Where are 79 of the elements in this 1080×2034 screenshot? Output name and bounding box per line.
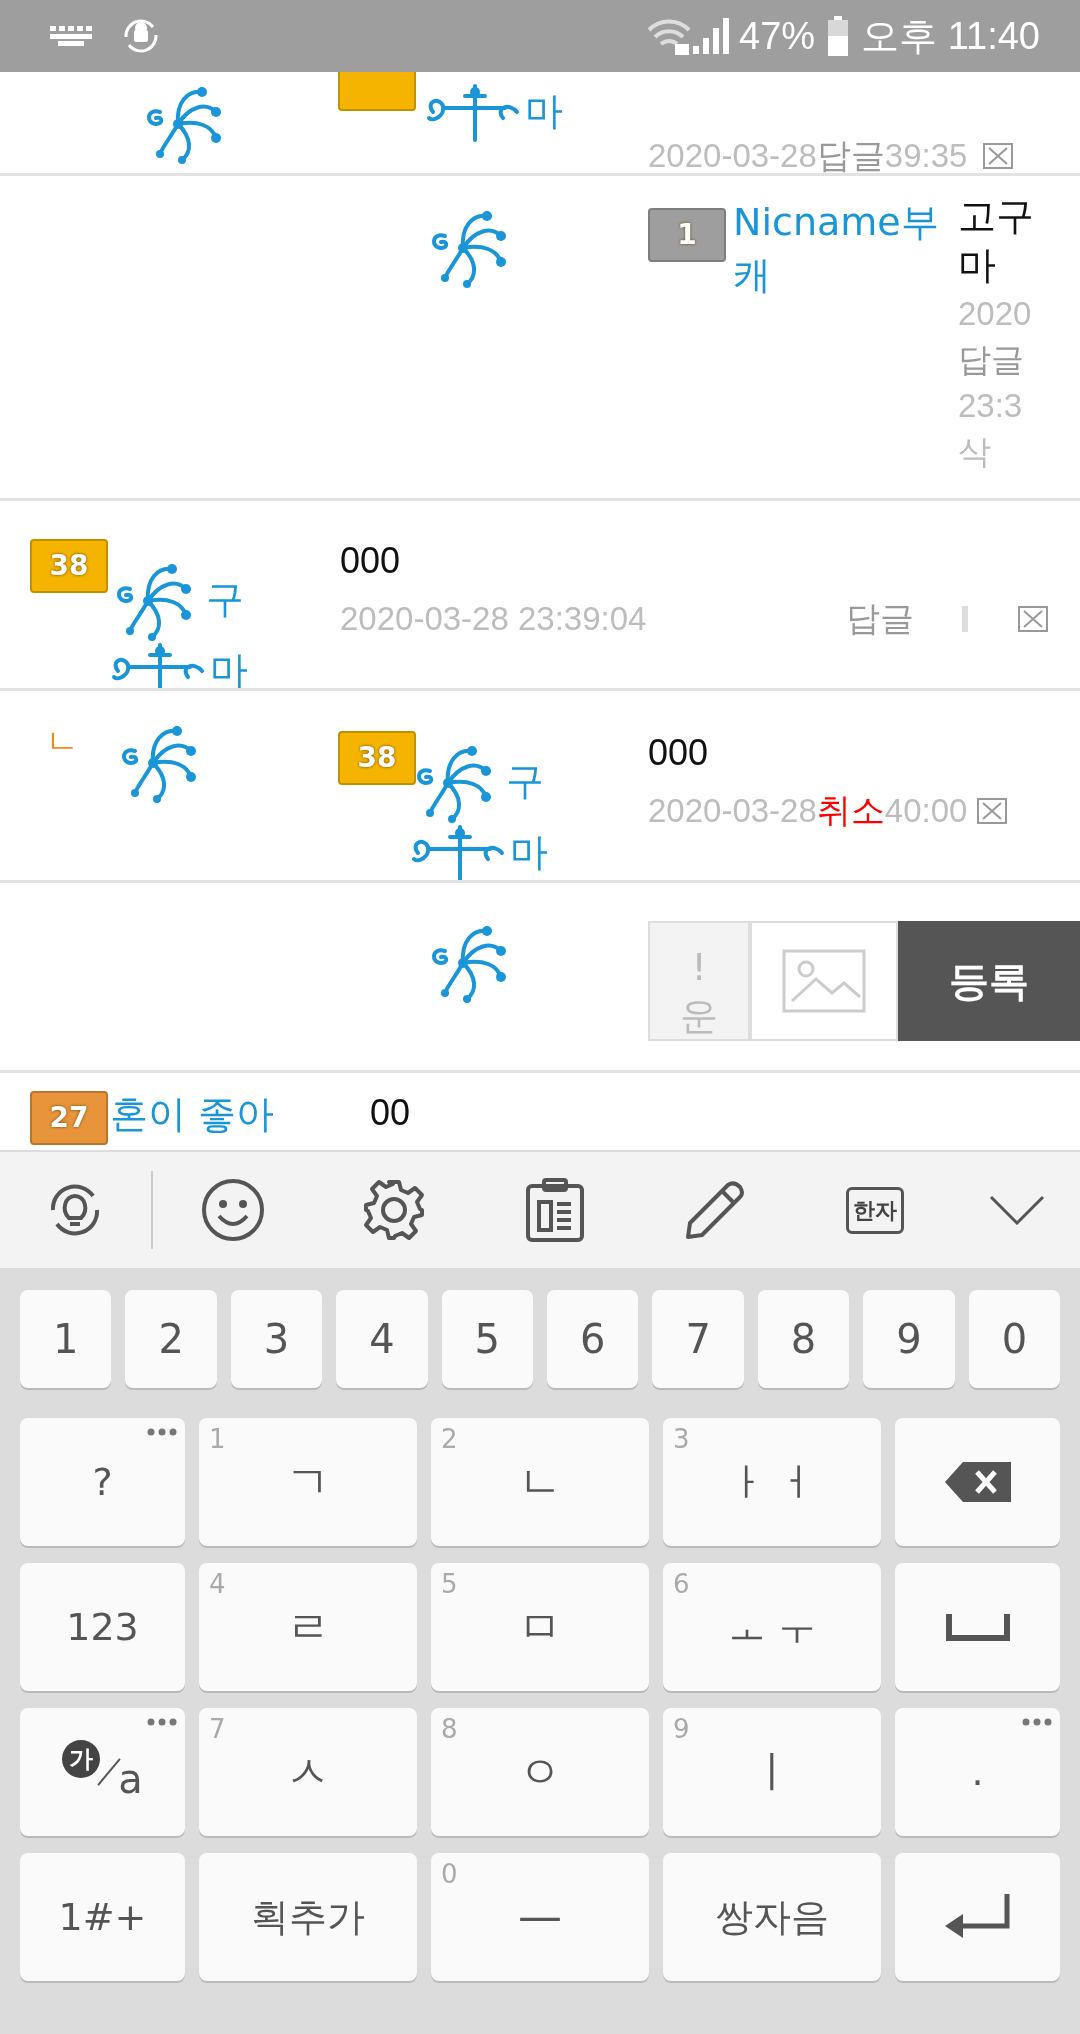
close-icon[interactable] <box>1018 605 1048 632</box>
key-hint: 4 <box>209 1568 226 1601</box>
keyboard-key[interactable]: 획추가 <box>199 1853 417 1981</box>
space-key[interactable] <box>895 1563 1060 1691</box>
timestamp: 39:35 <box>884 135 968 173</box>
keyboard-key[interactable]: 4 <box>336 1290 428 1388</box>
clipboard-icon[interactable] <box>524 1178 585 1242</box>
key-hint: 5 <box>441 1568 458 1601</box>
keyboard-icon <box>50 26 94 46</box>
keyboard-key[interactable]: 0 <box>968 1290 1061 1388</box>
keyboard-key[interactable]: 1 <box>20 1290 112 1388</box>
level-badge: 38 <box>338 731 416 785</box>
keyboard-key[interactable]: 쌍자음 <box>663 1853 881 1981</box>
keyboard-key[interactable]: 1#+ <box>20 1853 185 1981</box>
key-hint: 3 <box>673 1423 690 1456</box>
key-hint: 6 <box>673 1568 690 1601</box>
keyboard-key[interactable]: ㄱ 1 <box>199 1418 417 1546</box>
key-hint: 8 <box>441 1713 458 1746</box>
level-badge: 38 <box>30 539 108 593</box>
clock: 오후 11:40 <box>861 13 1040 59</box>
level-badge: 1 <box>648 208 726 262</box>
image-icon <box>782 949 866 1013</box>
keyboard-key[interactable]: . <box>895 1708 1060 1836</box>
signal-icon <box>693 18 732 54</box>
keyboard-key[interactable]: ㅁ 5 <box>431 1563 649 1691</box>
reply-marker: ㄴ <box>45 721 79 761</box>
keyboard-key[interactable]: 9 <box>863 1290 955 1388</box>
timestamp: 2020-03-28 <box>648 790 817 831</box>
timestamp: 23:3 <box>958 386 1024 427</box>
keyboard-key[interactable]: ㅗ ㅜ 6 <box>663 1563 881 1691</box>
keyboard-key[interactable]: 123 <box>20 1563 185 1691</box>
timestamp: 2020-03-28 23:39:04 <box>340 598 647 639</box>
smiley-icon[interactable] <box>201 1178 266 1242</box>
cancel-link[interactable]: 취소 <box>816 790 885 831</box>
hanja-button[interactable]: 한자 <box>845 1186 904 1234</box>
keyboard-key[interactable]: 5 <box>441 1290 534 1388</box>
keyboard-key[interactable]: ㄴ 2 <box>431 1418 649 1546</box>
keyboard-key[interactable]: ? <box>20 1418 185 1546</box>
timestamp: 2020 <box>958 293 1033 334</box>
battery-icon <box>827 16 850 56</box>
keyboard-key[interactable]: ㅏ ㅓ 3 <box>663 1418 881 1546</box>
key-hint: 1 <box>209 1423 226 1456</box>
timestamp: 2020-03-28 <box>648 135 817 173</box>
comment-text: 000 <box>340 539 402 583</box>
submit-button[interactable]: 등록 <box>898 921 1080 1041</box>
battery-percent: 47% <box>739 13 816 59</box>
chevron-down-icon[interactable] <box>989 1195 1046 1225</box>
input-text: ! <box>690 944 708 991</box>
close-icon[interactable] <box>977 797 1008 824</box>
close-icon[interactable] <box>983 142 1014 169</box>
backspace-icon <box>942 1460 1013 1504</box>
keyboard-key[interactable]: 6 <box>547 1290 639 1388</box>
keyboard-key[interactable]: 8 <box>757 1290 850 1388</box>
keyboard-key[interactable]: ㄹ 4 <box>199 1563 417 1691</box>
keyboard-key[interactable]: 7 <box>652 1290 744 1388</box>
comment-text: 000 <box>648 731 710 775</box>
comment-text: 00 <box>370 1091 411 1135</box>
space-icon <box>945 1612 1010 1642</box>
keyboard-key[interactable]: 가 a <box>20 1708 185 1836</box>
keyboard-key[interactable]: 2 <box>125 1290 217 1388</box>
backspace-key[interactable] <box>895 1418 1060 1546</box>
key-hint: 7 <box>209 1713 226 1746</box>
input-text: 운 <box>679 993 719 1039</box>
lang-label: 가 <box>62 1740 101 1778</box>
timestamp: 삭 <box>958 432 992 473</box>
enter-key[interactable] <box>895 1853 1060 1981</box>
keyboard-key[interactable]: ㅅ 7 <box>199 1708 417 1836</box>
keyboard-key[interactable]: ㅣ 9 <box>663 1708 881 1836</box>
settings-icon[interactable] <box>361 1178 426 1242</box>
comment-text: 고구마 <box>958 194 1035 289</box>
keyboard-key[interactable]: 3 <box>230 1290 323 1388</box>
pencil-icon[interactable] <box>684 1179 747 1241</box>
keyboard-key[interactable]: — 0 <box>431 1853 649 1981</box>
keyboard-key[interactable]: ㅇ 8 <box>431 1708 649 1836</box>
key-hint: 9 <box>673 1713 690 1746</box>
level-badge: 27 <box>30 1091 108 1145</box>
timestamp: 40:00 <box>884 790 968 831</box>
key-hint: 0 <box>441 1858 458 1891</box>
key-hint: 2 <box>441 1423 458 1456</box>
